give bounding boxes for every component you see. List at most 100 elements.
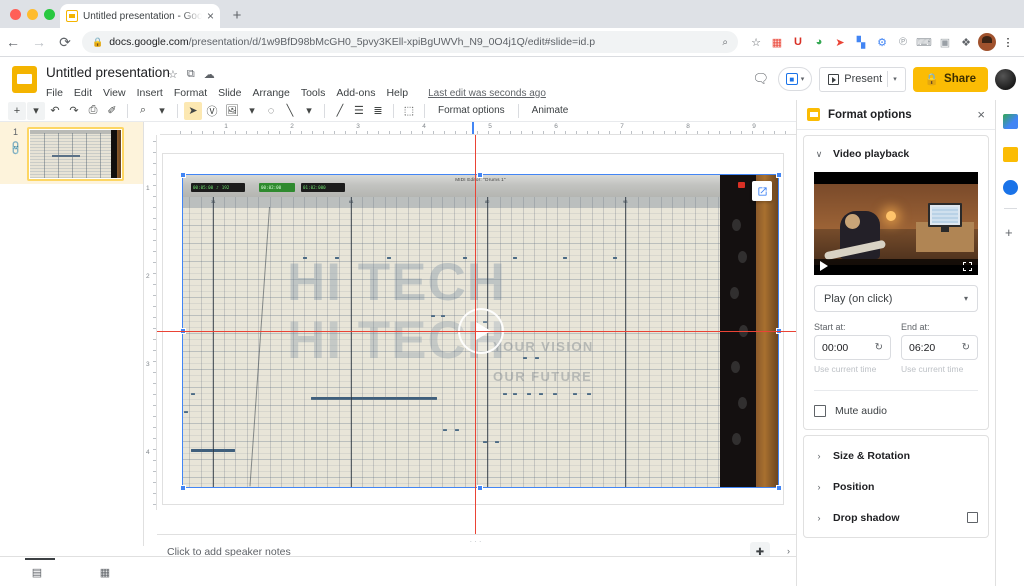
slide-filmstrip[interactable]: 1 🔗 [0,122,144,546]
position-section[interactable]: › Position [814,471,978,502]
video-preview-controls[interactable] [814,259,978,275]
bookmark-star-icon[interactable]: ☆ [746,32,766,52]
meet-button[interactable]: ■ ▾ [777,67,813,91]
bird-extension-icon[interactable]: ➤ [830,32,850,52]
mute-audio-checkbox[interactable] [814,405,826,417]
mute-audio-row[interactable]: Mute audio [814,405,978,417]
paint-format-button[interactable]: ✐ [103,102,121,120]
horizontal-ruler[interactable]: 1 2 3 4 5 6 7 8 9 [160,122,800,135]
line-dropdown[interactable]: ▾ [300,102,318,120]
p-extension-icon[interactable]: ℗ [893,32,913,52]
resize-handle-n[interactable] [477,171,483,178]
redo-button[interactable]: ↷ [65,102,83,120]
insert-image-button[interactable]: 🖼 [222,102,242,120]
text-box-button[interactable]: Ⓥ [203,102,221,120]
bars-extension-icon[interactable]: ▚ [851,32,871,52]
filmstrip-slide-1[interactable]: 1 🔗 [0,122,143,184]
present-dropdown-icon[interactable]: ▾ [893,75,897,83]
new-slide-button[interactable]: + [8,101,26,120]
move-to-folder-icon[interactable]: ⧉ [187,68,195,81]
last-edit-status[interactable]: Last edit was seconds ago [428,88,546,99]
gear-extension-icon[interactable]: ⚙ [872,32,892,52]
undo-button[interactable]: ↶ [46,102,64,120]
chart-pie-extension-icon[interactable]: ◕ [809,32,829,52]
reload-button[interactable]: ⟳ [52,34,78,51]
slide-thumbnail[interactable] [27,127,124,181]
cloud-saved-icon[interactable]: ☁ [204,68,215,81]
preview-play-button[interactable] [820,261,828,271]
google-keep-icon[interactable] [1003,147,1018,162]
puzzle-extensions-icon[interactable]: ❖ [956,32,976,52]
size-and-rotation-section[interactable]: › Size & Rotation [814,440,978,471]
zoom-button[interactable]: ⌕ [134,102,152,120]
back-button[interactable]: ← [0,34,26,50]
video-preview[interactable] [814,172,978,275]
reset-end-icon[interactable]: ↻ [962,342,970,353]
new-tab-button[interactable]: + [228,7,246,25]
notes-resize-grip[interactable]: ··· [470,537,484,546]
resize-handle-ne[interactable] [775,171,782,178]
forward-button[interactable]: → [26,34,52,50]
resize-handle-s[interactable] [477,484,483,491]
resize-handle-se[interactable] [775,484,782,491]
end-at-input[interactable]: 06:20 ↻ [901,335,978,360]
window-controls[interactable] [10,9,55,20]
google-calendar-icon[interactable] [1003,114,1018,129]
shape-button[interactable]: ◌ [262,102,280,120]
start-at-hint[interactable]: Use current time [814,364,891,374]
menu-arrange[interactable]: Arrange [252,87,289,99]
fullscreen-icon[interactable] [963,262,972,271]
menu-help[interactable]: Help [386,87,408,99]
drop-shadow-checkbox[interactable] [967,512,978,523]
keyboard-extension-icon[interactable]: ⌨ [914,32,934,52]
align-button[interactable]: ☰ [350,102,368,120]
menu-format[interactable]: Format [174,87,207,99]
menu-add-ons[interactable]: Add-ons [336,87,375,99]
image-extension-icon[interactable]: ▣ [935,32,955,52]
zoom-dropdown[interactable]: ▾ [153,102,171,120]
animate-button[interactable]: Animate [525,105,576,116]
google-tasks-icon[interactable] [1003,180,1018,195]
maximize-window-button[interactable] [44,9,55,20]
address-bar[interactable]: 🔒 docs.google.com/presentation/d/1w9BfD9… [82,31,738,53]
filmstrip-view-button[interactable]: ▤ [26,564,48,580]
user-avatar[interactable] [995,68,1016,90]
select-tool-button[interactable]: ➤ [184,101,202,120]
new-slide-dropdown[interactable]: ▾ [27,101,45,120]
add-comment-button[interactable]: ⬚ [400,102,418,120]
add-addon-button[interactable]: + [1005,225,1013,240]
expand-panel-icon[interactable]: › [787,546,790,556]
pen-color-button[interactable]: ╱ [331,102,349,120]
browser-profile-avatar[interactable] [977,32,997,52]
format-options-button[interactable]: Format options [431,105,512,116]
present-button[interactable]: Present ▾ [819,66,906,92]
close-panel-button[interactable]: × [977,107,985,122]
grid-extension-icon[interactable]: ▦ [767,32,787,52]
end-at-hint[interactable]: Use current time [901,364,978,374]
slide-canvas[interactable]: MIDI Editor: "Drums 1" 00:05:00 ♪ 192 00:0… [157,135,796,534]
resize-handle-nw[interactable] [179,171,186,178]
share-button[interactable]: 🔒 Share [912,66,988,92]
playback-mode-select[interactable]: Play (on click) ▾ [814,285,978,312]
browser-menu-icon[interactable]: ⋮ [998,32,1018,52]
menu-edit[interactable]: Edit [74,87,92,99]
slide-page[interactable]: MIDI Editor: "Drums 1" 00:05:00 ♪ 192 00:0… [162,153,784,505]
browser-tab[interactable]: Untitled presentation - Google × [60,4,220,28]
start-at-input[interactable]: 00:00 ↻ [814,335,891,360]
comment-history-icon[interactable]: 🗨 [751,69,771,89]
document-title[interactable]: Untitled presentation [46,65,170,80]
star-icon[interactable]: ☆ [168,68,178,81]
menu-tools[interactable]: Tools [301,87,326,99]
insert-image-dropdown[interactable]: ▾ [243,102,261,120]
grid-view-button[interactable]: ▦ [94,564,116,580]
vertical-ruler[interactable]: 1 2 3 4 [144,135,157,510]
close-tab-button[interactable]: × [207,10,214,22]
google-slides-logo[interactable] [12,66,37,93]
resize-handle-sw[interactable] [179,484,186,491]
menu-insert[interactable]: Insert [137,87,163,99]
zoom-search-icon[interactable]: ⌕ [722,37,728,48]
video-playback-header[interactable]: ∨ Video playback [814,143,978,165]
menu-file[interactable]: File [46,87,63,99]
line-button[interactable]: ╲ [281,102,299,120]
format-options-panel[interactable]: Format options × ∨ Video playback Play (… [796,100,995,586]
